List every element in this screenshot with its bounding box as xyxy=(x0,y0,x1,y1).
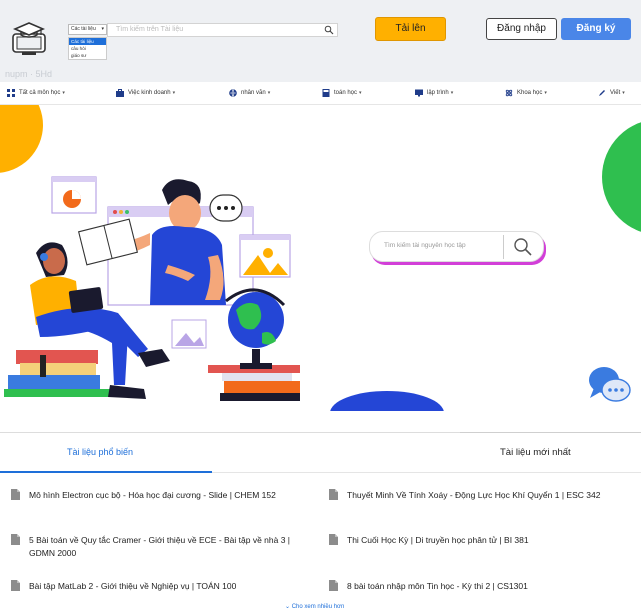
nav-item-label: Tất cả môn học xyxy=(19,90,61,96)
caret-down-icon: ▾ xyxy=(622,90,625,96)
search-divider xyxy=(503,235,504,259)
document-title[interactable]: Mô hình Electron cục bộ - Hóa học đại cư… xyxy=(29,489,276,502)
list-item[interactable]: Bài tập MatLab 2 - Giới thiệu về Nghiệp … xyxy=(11,580,311,593)
list-item[interactable]: Thi Cuối Học Kỳ | Di truyền học phân tử … xyxy=(329,534,629,547)
nav-item-math[interactable]: toán học ▾ xyxy=(322,89,362,97)
show-more-link[interactable]: ⌄ Cho xem nhiều hơn xyxy=(285,603,344,610)
caret-down-icon: ▾ xyxy=(62,90,65,96)
image-card xyxy=(239,234,291,278)
briefcase-icon xyxy=(116,89,124,97)
document-icon xyxy=(11,580,20,591)
signup-button[interactable]: Đăng ký xyxy=(561,18,631,40)
tabs-border-right xyxy=(460,432,641,433)
upload-button[interactable]: Tải lên xyxy=(375,17,446,41)
document-title[interactable]: Thi Cuối Học Kỳ | Di truyền học phân tử … xyxy=(347,534,529,547)
document-title[interactable]: 8 bài toán nhập môn Tin học - Kỳ thi 2 |… xyxy=(347,580,528,593)
document-icon xyxy=(329,580,338,591)
calculator-icon xyxy=(322,89,330,97)
category-selected: Các tài liệu xyxy=(71,26,96,32)
document-title[interactable]: Thuyết Minh Về Tính Xoáy - Động Lực Học … xyxy=(347,489,600,502)
logo-icon[interactable] xyxy=(10,20,48,58)
small-image-card xyxy=(171,319,207,349)
search-icon[interactable] xyxy=(513,237,533,257)
caret-down-icon: ▾ xyxy=(172,90,176,96)
search-placeholder: Tìm kiếm trên Tài liệu xyxy=(116,26,184,33)
login-button[interactable]: Đăng nhập xyxy=(486,18,557,40)
tab-newest-documents[interactable]: Tài liệu mới nhất xyxy=(500,447,571,458)
document-icon xyxy=(329,489,338,500)
nav-item-label: nhân văn xyxy=(241,90,266,96)
nav-item-label: Viết xyxy=(610,90,621,96)
category-option[interactable]: giáo sư xyxy=(69,52,106,59)
category-option[interactable]: Các tài liệu xyxy=(69,38,106,45)
hero-banner: Tìm kiếm tài nguyên học tập xyxy=(0,105,641,411)
chevron-down-icon: ▾ xyxy=(101,26,104,32)
hero-search-placeholder: Tìm kiếm tài nguyên học tập xyxy=(384,242,466,249)
ghost-text: nupm · 5Hd xyxy=(5,69,53,79)
caret-down-icon: ▾ xyxy=(359,90,362,96)
nav-item-science[interactable]: Khoa học ▾ xyxy=(505,89,547,97)
list-item[interactable]: 5 Bài toán về Quy tắc Cramer - Giới thiệ… xyxy=(11,534,311,560)
globe-decoration xyxy=(208,288,300,401)
blue-blob xyxy=(330,391,444,411)
document-title[interactable]: Bài tập MatLab 2 - Giới thiệu về Nghiệp … xyxy=(29,580,236,593)
tab-popular-documents[interactable]: Tài liệu phổ biến xyxy=(67,447,133,457)
hero-search-input[interactable]: Tìm kiếm tài nguyên học tập xyxy=(369,231,544,262)
category-option[interactable]: câu hỏi xyxy=(69,45,106,52)
teacher-figure xyxy=(77,179,226,305)
monitor-icon xyxy=(415,89,423,97)
document-icon xyxy=(11,534,20,545)
nav-item-label: Việc kinh doanh xyxy=(128,90,171,96)
nav-item-humanities[interactable]: nhân văn ▾ xyxy=(229,89,270,97)
tabs-border xyxy=(0,432,460,433)
nav-item-label: lập trình xyxy=(427,90,449,96)
list-item[interactable]: Thuyết Minh Về Tính Xoáy - Động Lực Học … xyxy=(329,489,629,502)
caret-down-icon: ▾ xyxy=(267,90,271,96)
category-select[interactable]: Các tài liệu ▾ xyxy=(68,24,107,35)
tabs-bottom-border xyxy=(212,472,641,473)
pen-icon xyxy=(599,90,605,96)
atom-icon xyxy=(505,89,513,97)
header: Các tài liệu ▾ Các tài liệu câu hỏi giáo… xyxy=(0,0,641,82)
search-input[interactable]: Tìm kiếm trên Tài liệu xyxy=(107,23,338,37)
speech-bubble xyxy=(209,194,243,222)
document-title[interactable]: 5 Bài toán về Quy tắc Cramer - Giới thiệ… xyxy=(29,534,311,560)
list-item[interactable]: Mô hình Electron cục bộ - Hóa học đại cư… xyxy=(11,489,311,502)
nav-item-business[interactable]: Việc kinh doanh ▾ xyxy=(116,89,175,97)
green-blob xyxy=(602,122,641,232)
document-icon xyxy=(329,534,338,545)
list-item[interactable]: 8 bài toán nhập môn Tin học - Kỳ thi 2 |… xyxy=(329,580,629,593)
active-tab-indicator xyxy=(0,471,212,473)
subject-nav: Tất cả môn học ▾ Việc kinh doanh ▾ nhân vă… xyxy=(0,83,641,105)
nav-item-writing[interactable]: Viết ▾ xyxy=(598,89,625,97)
document-icon xyxy=(11,489,20,500)
caret-down-icon: ▾ xyxy=(544,90,547,96)
caret-down-icon: ▾ xyxy=(450,90,454,96)
nav-item-label: Khoa học xyxy=(517,90,543,96)
grid-icon xyxy=(7,89,15,97)
nav-item-all-subjects[interactable]: Tất cả môn học ▾ xyxy=(7,89,65,97)
yellow-blob xyxy=(0,105,43,173)
nav-item-programming[interactable]: lập trình ▾ xyxy=(415,89,453,97)
nav-item-label: toán học xyxy=(334,90,358,96)
globe-icon xyxy=(229,89,237,97)
hero-illustration xyxy=(0,105,641,411)
category-dropdown-menu: Các tài liệu câu hỏi giáo sư xyxy=(68,37,107,60)
chat-icon[interactable] xyxy=(586,362,632,406)
search-icon[interactable] xyxy=(324,25,334,35)
pie-chart-card xyxy=(51,176,97,214)
